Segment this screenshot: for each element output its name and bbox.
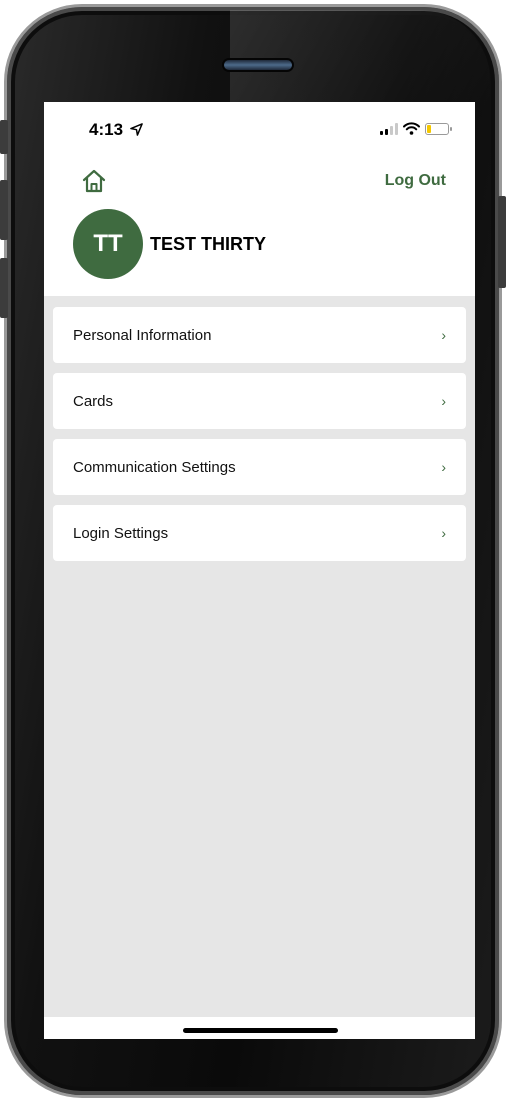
status-icons	[380, 122, 452, 135]
menu-item-label: Cards	[73, 392, 114, 410]
avatar: TT	[73, 209, 143, 279]
chevron-right-icon: ›	[441, 525, 446, 541]
menu-item-label: Login Settings	[73, 524, 169, 542]
menu-item-communication-settings[interactable]: Communication Settings ›	[53, 439, 466, 495]
menu-item-personal-information[interactable]: Personal Information ›	[53, 307, 466, 363]
menu-item-label: Communication Settings	[73, 458, 236, 476]
settings-menu-list: Personal Information › Cards › Communica…	[53, 307, 466, 571]
chevron-right-icon: ›	[441, 459, 446, 475]
battery-fill	[427, 124, 431, 133]
battery-icon	[425, 122, 452, 135]
power-button	[498, 196, 506, 288]
menu-item-label: Personal Information	[73, 326, 212, 344]
avatar-initials: TT	[93, 230, 123, 257]
chevron-right-icon: ›	[441, 393, 446, 409]
home-indicator[interactable]	[183, 1028, 338, 1033]
chevron-right-icon: ›	[441, 327, 446, 343]
status-bar: 4:13	[44, 102, 475, 162]
volume-down-button	[0, 258, 8, 318]
menu-item-login-settings[interactable]: Login Settings ›	[53, 505, 466, 561]
location-arrow-icon	[129, 123, 143, 136]
menu-item-cards[interactable]: Cards ›	[53, 373, 466, 429]
volume-up-button	[0, 180, 8, 240]
user-name: TEST THIRTY	[150, 234, 266, 254]
earpiece-speaker	[222, 58, 294, 72]
app-screen: 4:13 Log Out TT TEST THIRTY Personal Inf…	[44, 102, 475, 1039]
mute-switch	[0, 120, 8, 154]
header: Log Out TT TEST THIRTY	[44, 162, 475, 296]
status-time-text: 4:13	[89, 120, 124, 139]
logout-button[interactable]: Log Out	[385, 172, 446, 190]
home-icon[interactable]	[81, 168, 107, 194]
cellular-signal-icon	[380, 122, 398, 135]
status-time: 4:13	[89, 120, 143, 140]
wifi-icon	[403, 122, 420, 135]
